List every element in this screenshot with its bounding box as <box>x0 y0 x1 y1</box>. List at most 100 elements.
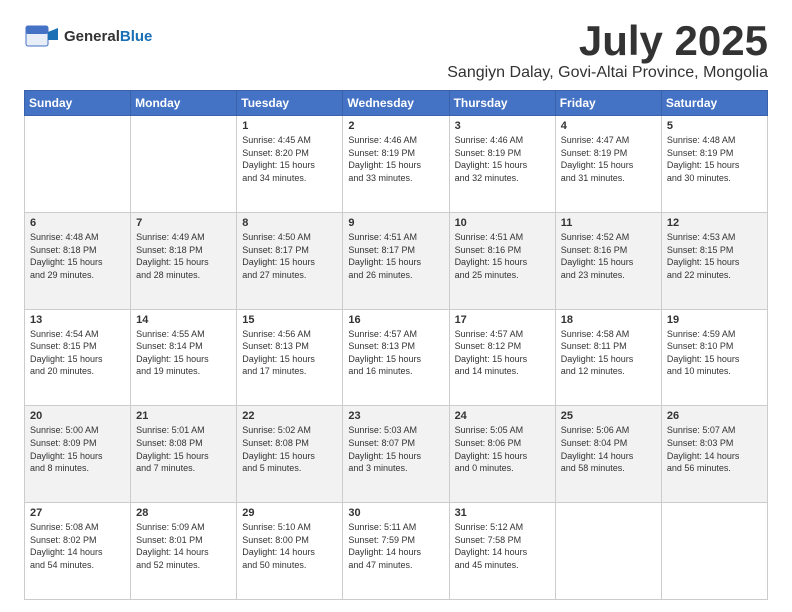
day-number: 2 <box>348 120 443 132</box>
day-info: Sunrise: 4:46 AMSunset: 8:19 PMDaylight:… <box>455 134 550 184</box>
day-info: Sunrise: 4:57 AMSunset: 8:12 PMDaylight:… <box>455 328 550 378</box>
day-number: 21 <box>136 410 231 422</box>
day-info: Sunrise: 4:47 AMSunset: 8:19 PMDaylight:… <box>561 134 656 184</box>
table-row: 15 Sunrise: 4:56 AMSunset: 8:13 PMDayligh… <box>237 309 343 406</box>
day-info: Sunrise: 4:56 AMSunset: 8:13 PMDaylight:… <box>242 328 337 378</box>
day-info: Sunrise: 4:46 AMSunset: 8:19 PMDaylight:… <box>348 134 443 184</box>
table-row: 14 Sunrise: 4:55 AMSunset: 8:14 PMDayligh… <box>131 309 237 406</box>
day-number: 3 <box>455 120 550 132</box>
day-info: Sunrise: 5:10 AMSunset: 8:00 PMDaylight:… <box>242 521 337 571</box>
calendar-header-row: Sunday Monday Tuesday Wednesday Thursday… <box>25 91 768 116</box>
calendar-week-row: 27 Sunrise: 5:08 AMSunset: 8:02 PMDayligh… <box>25 503 768 600</box>
col-sunday: Sunday <box>25 91 131 116</box>
title-block: July 2025 Sangiyn Dalay, Govi-Altai Prov… <box>447 18 768 82</box>
day-info: Sunrise: 5:01 AMSunset: 8:08 PMDaylight:… <box>136 424 231 474</box>
col-tuesday: Tuesday <box>237 91 343 116</box>
day-info: Sunrise: 4:55 AMSunset: 8:14 PMDaylight:… <box>136 328 231 378</box>
table-row: 18Sunrise: 4:58 AMSunset: 8:11 PMDayligh… <box>555 309 661 406</box>
table-row: 17 Sunrise: 4:57 AMSunset: 8:12 PMDayligh… <box>449 309 555 406</box>
day-number: 15 <box>242 314 337 326</box>
col-monday: Monday <box>131 91 237 116</box>
day-number: 1 <box>242 120 337 132</box>
day-info: Sunrise: 4:49 AMSunset: 8:18 PMDaylight:… <box>136 231 231 281</box>
day-info: Sunrise: 5:11 AMSunset: 7:59 PMDaylight:… <box>348 521 443 571</box>
table-row: 10 Sunrise: 4:51 AMSunset: 8:16 PMDayligh… <box>449 212 555 309</box>
day-info: Sunrise: 4:57 AMSunset: 8:13 PMDaylight:… <box>348 328 443 378</box>
day-number: 20 <box>30 410 125 422</box>
col-wednesday: Wednesday <box>343 91 449 116</box>
month-title: July 2025 <box>447 18 768 64</box>
day-number: 29 <box>242 507 337 519</box>
day-number: 17 <box>455 314 550 326</box>
calendar-week-row: 1 Sunrise: 4:45 AMSunset: 8:20 PMDaylight… <box>25 116 768 213</box>
day-number: 13 <box>30 314 125 326</box>
day-info: Sunrise: 4:48 AMSunset: 8:19 PMDaylight:… <box>667 134 762 184</box>
table-row <box>131 116 237 213</box>
day-info: Sunrise: 4:52 AMSunset: 8:16 PMDaylight:… <box>561 231 656 281</box>
day-number: 7 <box>136 217 231 229</box>
day-info: Sunrise: 4:50 AMSunset: 8:17 PMDaylight:… <box>242 231 337 281</box>
table-row: 7 Sunrise: 4:49 AMSunset: 8:18 PMDaylight… <box>131 212 237 309</box>
day-number: 27 <box>30 507 125 519</box>
day-info: Sunrise: 5:07 AMSunset: 8:03 PMDaylight:… <box>667 424 762 474</box>
calendar-table: Sunday Monday Tuesday Wednesday Thursday… <box>24 90 768 600</box>
day-info: Sunrise: 4:59 AMSunset: 8:10 PMDaylight:… <box>667 328 762 378</box>
table-row: 9Sunrise: 4:51 AMSunset: 8:17 PMDaylight… <box>343 212 449 309</box>
table-row <box>25 116 131 213</box>
logo-text: GeneralBlue <box>64 28 152 45</box>
table-row: 30 Sunrise: 5:11 AMSunset: 7:59 PMDayligh… <box>343 503 449 600</box>
table-row: 23Sunrise: 5:03 AMSunset: 8:07 PMDayligh… <box>343 406 449 503</box>
col-thursday: Thursday <box>449 91 555 116</box>
day-number: 5 <box>667 120 762 132</box>
calendar-week-row: 6 Sunrise: 4:48 AMSunset: 8:18 PMDaylight… <box>25 212 768 309</box>
location-title: Sangiyn Dalay, Govi-Altai Province, Mong… <box>447 64 768 82</box>
table-row: 4Sunrise: 4:47 AMSunset: 8:19 PMDaylight… <box>555 116 661 213</box>
day-number: 19 <box>667 314 762 326</box>
day-number: 8 <box>242 217 337 229</box>
day-number: 23 <box>348 410 443 422</box>
day-info: Sunrise: 4:48 AMSunset: 8:18 PMDaylight:… <box>30 231 125 281</box>
day-info: Sunrise: 5:09 AMSunset: 8:01 PMDaylight:… <box>136 521 231 571</box>
day-number: 16 <box>348 314 443 326</box>
day-info: Sunrise: 4:45 AMSunset: 8:20 PMDaylight:… <box>242 134 337 184</box>
table-row: 28Sunrise: 5:09 AMSunset: 8:01 PMDayligh… <box>131 503 237 600</box>
table-row: 24 Sunrise: 5:05 AMSunset: 8:06 PMDayligh… <box>449 406 555 503</box>
day-number: 24 <box>455 410 550 422</box>
day-number: 10 <box>455 217 550 229</box>
col-friday: Friday <box>555 91 661 116</box>
day-number: 22 <box>242 410 337 422</box>
table-row: 11 Sunrise: 4:52 AMSunset: 8:16 PMDayligh… <box>555 212 661 309</box>
table-row: 12 Sunrise: 4:53 AMSunset: 8:15 PMDayligh… <box>661 212 767 309</box>
table-row: 2 Sunrise: 4:46 AMSunset: 8:19 PMDaylight… <box>343 116 449 213</box>
table-row: 29 Sunrise: 5:10 AMSunset: 8:00 PMDayligh… <box>237 503 343 600</box>
day-info: Sunrise: 4:51 AMSunset: 8:16 PMDaylight:… <box>455 231 550 281</box>
table-row: 16 Sunrise: 4:57 AMSunset: 8:13 PMDayligh… <box>343 309 449 406</box>
day-info: Sunrise: 5:08 AMSunset: 8:02 PMDaylight:… <box>30 521 125 571</box>
table-row: 22 Sunrise: 5:02 AMSunset: 8:08 PMDayligh… <box>237 406 343 503</box>
day-number: 31 <box>455 507 550 519</box>
table-row: 13 Sunrise: 4:54 AMSunset: 8:15 PMDayligh… <box>25 309 131 406</box>
calendar-week-row: 13 Sunrise: 4:54 AMSunset: 8:15 PMDayligh… <box>25 309 768 406</box>
table-row: 27 Sunrise: 5:08 AMSunset: 8:02 PMDayligh… <box>25 503 131 600</box>
day-number: 25 <box>561 410 656 422</box>
day-info: Sunrise: 5:12 AMSunset: 7:58 PMDaylight:… <box>455 521 550 571</box>
table-row: 21 Sunrise: 5:01 AMSunset: 8:08 PMDayligh… <box>131 406 237 503</box>
table-row: 3 Sunrise: 4:46 AMSunset: 8:19 PMDaylight… <box>449 116 555 213</box>
header: GeneralBlue July 2025 Sangiyn Dalay, Gov… <box>24 18 768 82</box>
day-info: Sunrise: 4:51 AMSunset: 8:17 PMDaylight:… <box>348 231 443 281</box>
table-row: 31 Sunrise: 5:12 AMSunset: 7:58 PMDayligh… <box>449 503 555 600</box>
table-row: 5 Sunrise: 4:48 AMSunset: 8:19 PMDaylight… <box>661 116 767 213</box>
day-number: 14 <box>136 314 231 326</box>
day-number: 11 <box>561 217 656 229</box>
day-number: 30 <box>348 507 443 519</box>
day-number: 12 <box>667 217 762 229</box>
day-number: 6 <box>30 217 125 229</box>
day-info: Sunrise: 4:53 AMSunset: 8:15 PMDaylight:… <box>667 231 762 281</box>
day-info: Sunrise: 4:54 AMSunset: 8:15 PMDaylight:… <box>30 328 125 378</box>
logo: GeneralBlue <box>24 18 152 54</box>
day-info: Sunrise: 5:05 AMSunset: 8:06 PMDaylight:… <box>455 424 550 474</box>
day-number: 18 <box>561 314 656 326</box>
table-row <box>661 503 767 600</box>
day-info: Sunrise: 5:02 AMSunset: 8:08 PMDaylight:… <box>242 424 337 474</box>
table-row: 25Sunrise: 5:06 AMSunset: 8:04 PMDayligh… <box>555 406 661 503</box>
